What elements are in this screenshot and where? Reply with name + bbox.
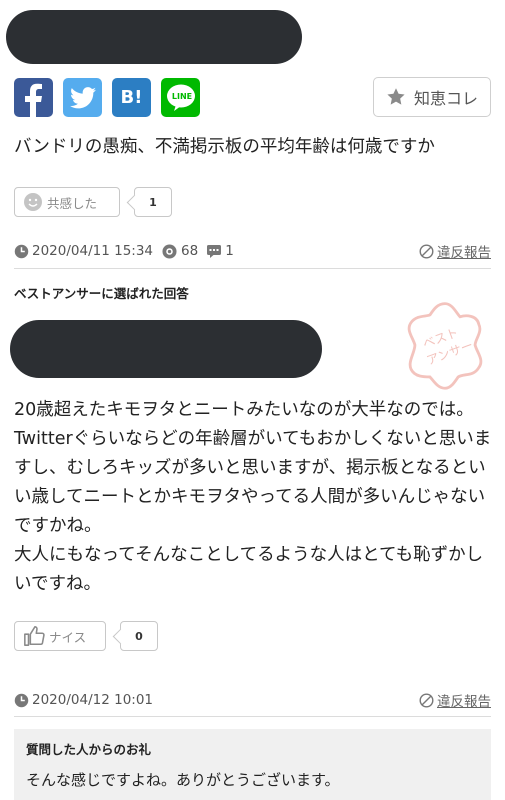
- clock-icon: [14, 693, 29, 707]
- question-answers-count: 1: [225, 243, 234, 259]
- eye-icon: [162, 243, 177, 259]
- nice-button[interactable]: ナイス: [14, 621, 106, 651]
- nice-count-value: 0: [135, 629, 143, 643]
- speech-bubble-icon: [207, 244, 222, 258]
- answer-meta: 2020/04/12 10:01 違反報告: [14, 690, 491, 710]
- question-date: 2020/04/11 15:34: [14, 243, 153, 259]
- question-report-link[interactable]: 違反報告: [419, 241, 491, 261]
- prohibited-icon: [419, 244, 434, 258]
- redacted-username: [6, 10, 302, 64]
- best-answer-text: 20歳超えたキモヲタとニートみたいなのが大半なのでは。Twitterぐらいならど…: [14, 396, 492, 599]
- redacted-answerer: [10, 320, 322, 378]
- answer-date: 2020/04/12 10:01: [14, 692, 153, 708]
- question-meta: 2020/04/11 15:34 68 1 違反報告: [14, 241, 491, 261]
- smiley-face-icon: [24, 193, 42, 211]
- empathy-count-value: 1: [149, 195, 157, 209]
- answer-date-text: 2020/04/12 10:01: [32, 692, 154, 708]
- line-label: LINE: [171, 92, 193, 101]
- nice-row: ナイス 0: [14, 621, 158, 651]
- question-views-count: 68: [181, 243, 199, 259]
- best-answer-body: 20歳超えたキモヲタとニートみたいなのが大半なのでは。Twitterぐらいならど…: [14, 400, 492, 594]
- question-date-text: 2020/04/11 15:34: [32, 243, 154, 259]
- divider: [14, 268, 491, 269]
- chie-collection-button[interactable]: 知恵コレ: [373, 77, 491, 117]
- nice-count: 0: [120, 621, 158, 651]
- divider: [14, 716, 491, 717]
- prohibited-icon: [419, 693, 434, 707]
- hatena-icon: B!: [120, 87, 143, 108]
- star-icon: [387, 88, 405, 105]
- facebook-share-button[interactable]: [14, 78, 53, 117]
- empathy-button[interactable]: 共感した: [14, 187, 120, 217]
- hatena-bookmark-button[interactable]: B!: [112, 78, 151, 117]
- empathy-row: 共感した 1: [14, 187, 172, 217]
- answer-report-link[interactable]: 違反報告: [419, 690, 491, 710]
- empathy-count: 1: [134, 187, 172, 217]
- chie-label: 知恵コレ: [413, 89, 478, 108]
- thanks-title: 質問した人からのお礼: [26, 742, 152, 757]
- best-answer-label: ベストアンサーに選ばれた回答: [14, 286, 189, 301]
- empathy-label: 共感した: [47, 195, 98, 211]
- nice-label: ナイス: [49, 629, 87, 645]
- thumbs-up-icon: [24, 626, 45, 646]
- twitter-bird-icon: [69, 86, 96, 108]
- question-text: バンドリの愚痴、不満掲示板の平均年齢は何歳ですか: [14, 137, 435, 157]
- facebook-icon: [25, 83, 42, 117]
- best-answer-stamp-icon: ベスト アンサー: [407, 302, 483, 390]
- twitter-share-button[interactable]: [63, 78, 102, 117]
- clock-icon: [14, 244, 29, 258]
- thanks-box: 質問した人からのお礼 そんな感じですよね。ありがとうございます。: [14, 729, 491, 800]
- question-answers: 1: [206, 243, 234, 259]
- question-report-label: 違反報告: [437, 245, 491, 261]
- answer-report-label: 違反報告: [437, 694, 491, 710]
- question-views: 68: [161, 243, 198, 259]
- thanks-text: そんな感じですよね。ありがとうございます。: [26, 771, 340, 789]
